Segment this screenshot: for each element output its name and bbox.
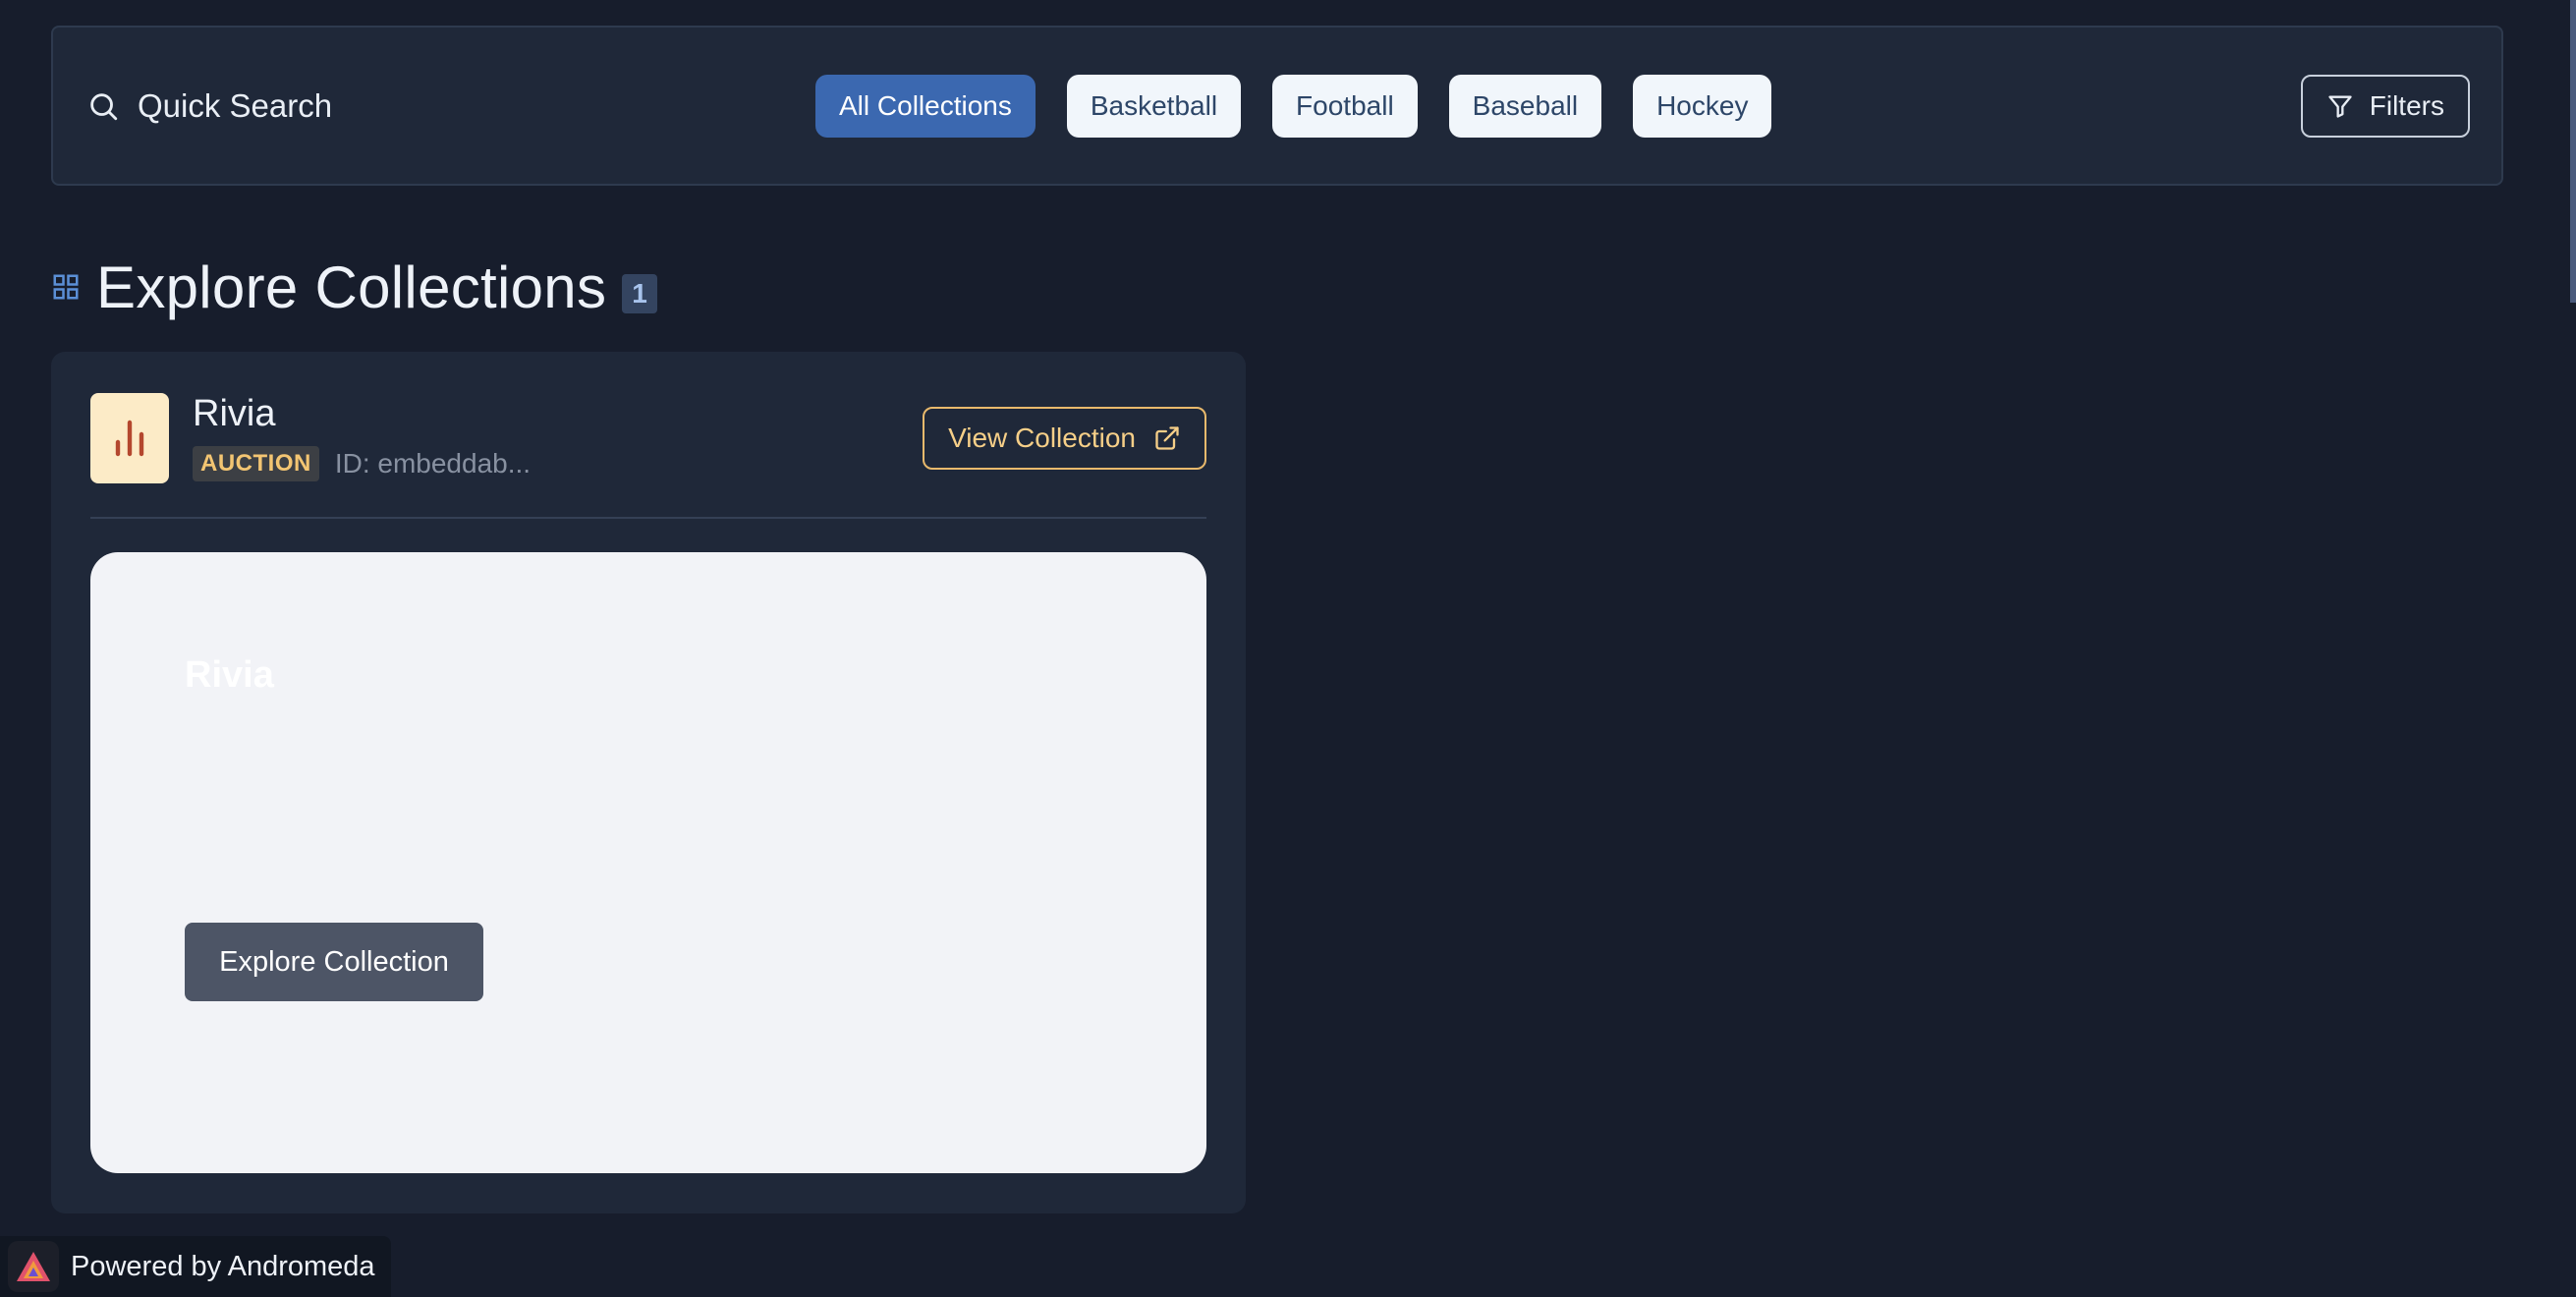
preview-title: Rivia xyxy=(185,654,274,696)
chip-football[interactable]: Football xyxy=(1272,75,1418,138)
quick-search-label: Quick Search xyxy=(138,86,333,124)
category-chips: All Collections Basketball Football Base… xyxy=(815,75,1772,138)
search-icon xyxy=(90,92,118,120)
collection-name: Rivia xyxy=(193,393,276,434)
chip-baseball[interactable]: Baseball xyxy=(1448,75,1602,138)
andromeda-logo-icon xyxy=(17,1252,50,1281)
view-collection-button[interactable]: View Collection xyxy=(923,407,1206,470)
card-divider xyxy=(90,517,1206,519)
collection-preview: Rivia Explore Collection xyxy=(90,552,1206,1173)
bar-chart-icon xyxy=(115,420,144,457)
quick-search[interactable]: Quick Search xyxy=(86,28,332,184)
collection-avatar xyxy=(90,393,169,483)
section-header: Explore Collections 1 xyxy=(51,248,657,326)
collection-count-badge: 1 xyxy=(622,274,657,313)
auction-badge: AUCTION xyxy=(193,446,319,481)
powered-by-text: Powered by Andromeda xyxy=(71,1250,375,1282)
filter-icon xyxy=(2328,95,2352,118)
andromeda-logo xyxy=(8,1241,59,1292)
page-title: Explore Collections xyxy=(96,254,607,320)
chip-hockey[interactable]: Hockey xyxy=(1633,75,1772,138)
collection-meta: AUCTION ID: embeddab... xyxy=(193,446,531,481)
filters-button[interactable]: Filters xyxy=(2300,75,2470,138)
collection-id: ID: embeddab... xyxy=(334,448,532,479)
view-collection-label: View Collection xyxy=(948,423,1136,453)
filters-label: Filters xyxy=(2369,90,2444,121)
chip-basketball[interactable]: Basketball xyxy=(1066,75,1242,138)
powered-by-badge[interactable]: Powered by Andromeda xyxy=(0,1236,391,1297)
top-toolbar: Quick Search All Collections Basketball … xyxy=(51,26,2503,186)
grid-icon xyxy=(53,274,79,300)
explore-collection-button[interactable]: Explore Collection xyxy=(185,923,483,1001)
scrollbar[interactable] xyxy=(2570,0,2576,303)
collection-card: Rivia AUCTION ID: embeddab... View Colle… xyxy=(51,352,1246,1213)
chip-all-collections[interactable]: All Collections xyxy=(815,75,1036,138)
collection-card-header: Rivia AUCTION ID: embeddab... View Colle… xyxy=(90,393,1206,483)
external-link-icon xyxy=(1155,426,1179,450)
